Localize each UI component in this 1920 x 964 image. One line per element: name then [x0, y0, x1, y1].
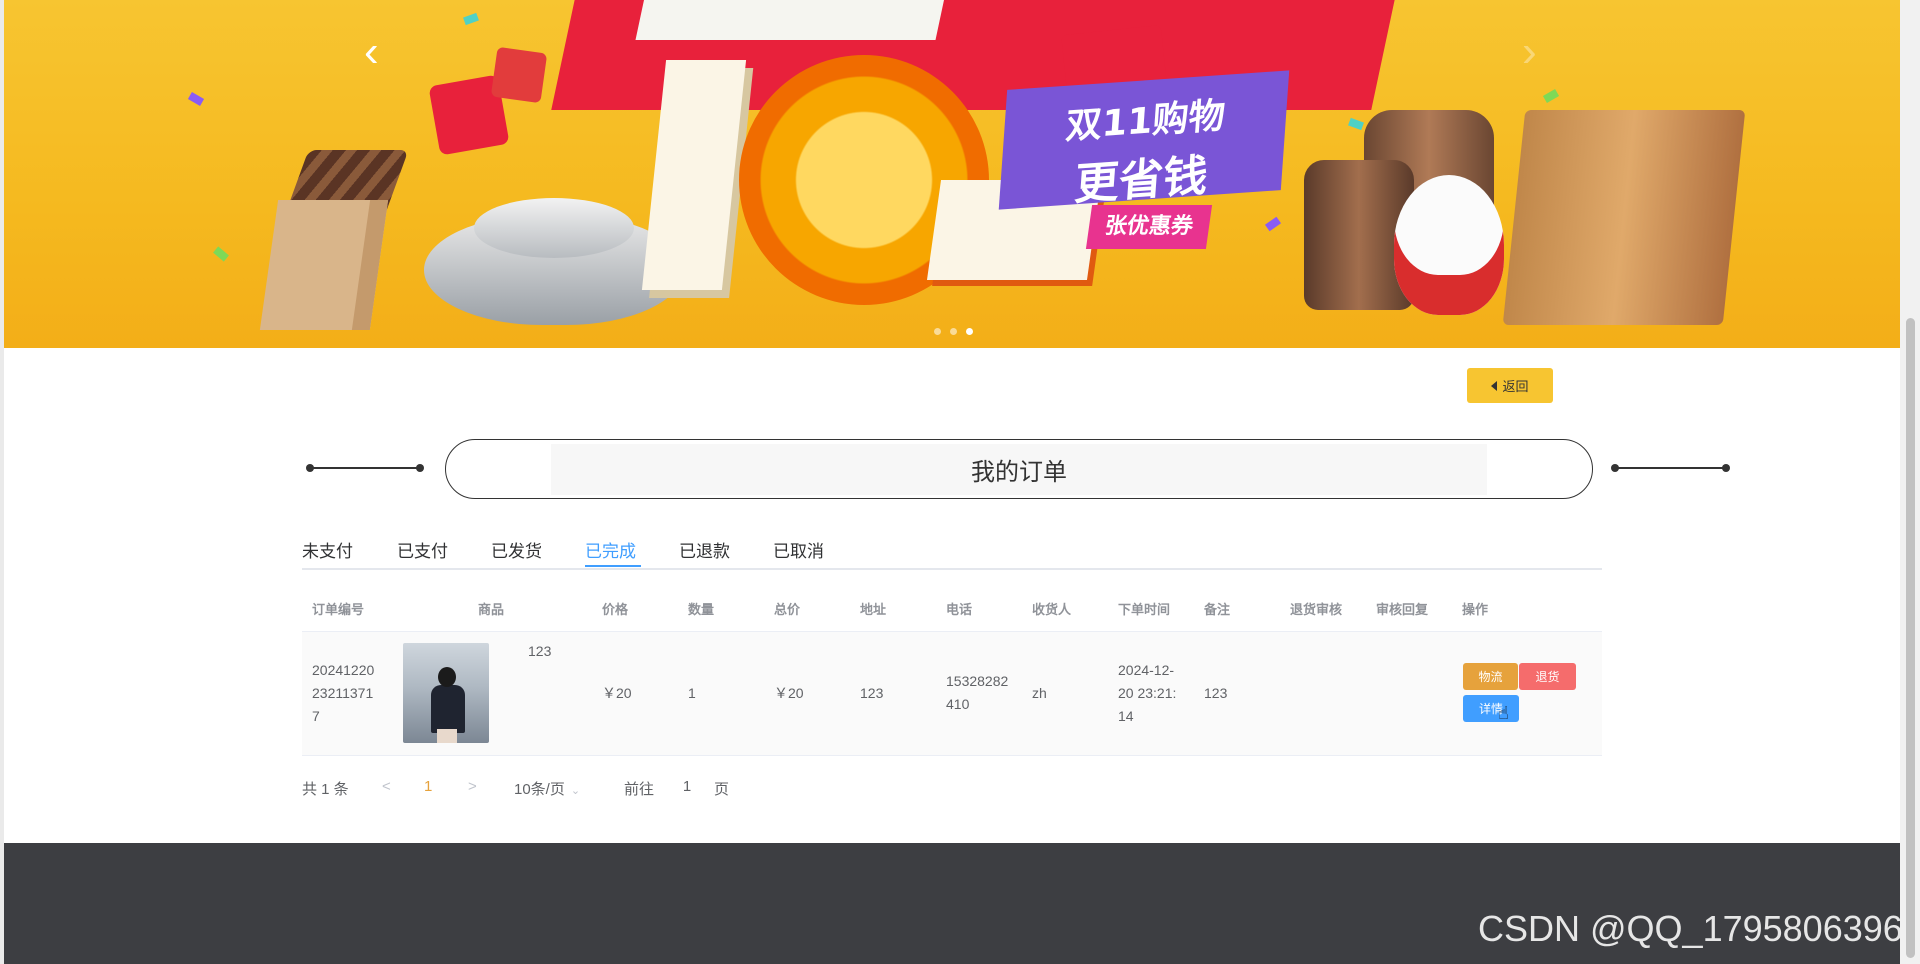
- column-header: 地址: [860, 602, 887, 617]
- title-decoration-dot: [416, 464, 424, 472]
- tab-completed[interactable]: 已完成: [585, 537, 636, 562]
- receiver-cell: zh: [1032, 685, 1047, 701]
- gift-box-image: [490, 46, 548, 104]
- order-number-line: 7: [312, 708, 320, 724]
- order-time-cell: 2024-12- 20 23:21: 14: [1118, 659, 1176, 728]
- column-header: 备注: [1204, 602, 1231, 617]
- carousel-dot[interactable]: [934, 328, 941, 335]
- product-photo-figure-head: [438, 667, 456, 687]
- column-header: 订单编号: [312, 602, 365, 617]
- caret-left-icon: [1491, 380, 1498, 391]
- detail-button[interactable]: 详情: [1463, 695, 1519, 722]
- column-header: 操作: [1462, 602, 1489, 617]
- title-decoration-line: [310, 467, 420, 469]
- product-photo-figure-legs: [437, 729, 457, 743]
- banner-carousel[interactable]: 双11购物 更省钱 张优惠券 ‹ ›: [4, 0, 1900, 348]
- column-header: 收货人: [1032, 602, 1072, 617]
- goto-prefix-label: 前往: [624, 781, 655, 798]
- confetti: [187, 92, 205, 106]
- product-thumbnail[interactable]: [403, 643, 489, 743]
- pagination-prev-button[interactable]: <: [382, 778, 391, 795]
- price-cell: ￥20: [602, 685, 632, 701]
- orders-table: 订单编号 商品 价格 数量 总价 地址 电话 收货人 下单时间 备注 退货审核 …: [302, 583, 1602, 756]
- column-header: 数量: [688, 602, 715, 617]
- order-number-cell: 20241220 23211371 7: [312, 659, 374, 728]
- column-header: 审核回复: [1376, 602, 1429, 617]
- chevron-down-icon: ⌄: [570, 785, 581, 797]
- product-photo-figure: [431, 685, 465, 733]
- remark-cell: 123: [1204, 685, 1228, 701]
- confetti: [1542, 89, 1560, 103]
- banner-white-headline-shape: [635, 0, 953, 40]
- phone-line: 410: [946, 696, 970, 712]
- total-cell: ￥20: [774, 685, 804, 701]
- title-decoration-line: [1615, 467, 1725, 469]
- chevron-left-icon[interactable]: ‹: [364, 30, 379, 74]
- carousel-dot-active[interactable]: [966, 328, 973, 335]
- confetti: [463, 12, 479, 26]
- tab-unpaid[interactable]: 未支付: [302, 537, 353, 562]
- back-button-label: 返回: [1502, 379, 1529, 394]
- promo-badge: 双11购物 更省钱: [998, 70, 1290, 210]
- page-title-box: 我的订单: [445, 439, 1593, 499]
- column-header: 总价: [774, 602, 801, 617]
- order-number-line: 20241220: [312, 662, 375, 678]
- pagination-total: 共 1 条: [302, 781, 349, 798]
- column-header: 退货审核: [1290, 602, 1343, 617]
- carousel-indicators: [934, 328, 973, 335]
- back-button[interactable]: 返回: [1467, 368, 1553, 403]
- goto-suffix-label: 页: [714, 781, 730, 798]
- column-header: 商品: [478, 602, 505, 617]
- order-time-line: 20 23:21:: [1118, 685, 1177, 701]
- tab-cancelled[interactable]: 已取消: [773, 537, 824, 562]
- pagination-page-current[interactable]: 1: [424, 778, 432, 795]
- logistics-button[interactable]: 物流: [1463, 663, 1518, 690]
- order-status-tabs: 未支付 已支付 已发货 已完成 已退款 已取消: [302, 535, 1602, 570]
- column-header: 价格: [602, 602, 629, 617]
- tab-shipped[interactable]: 已发货: [491, 537, 542, 562]
- lucky-cat-image: [1394, 175, 1504, 315]
- wok-lid-image: [474, 198, 634, 258]
- knife-block-image: [259, 200, 389, 330]
- tab-paid[interactable]: 已支付: [397, 537, 448, 562]
- chevron-right-icon[interactable]: ›: [1522, 30, 1537, 74]
- tab-refunded[interactable]: 已退款: [679, 537, 730, 562]
- tab-active-indicator: [585, 565, 641, 567]
- return-button[interactable]: 退货: [1519, 663, 1576, 690]
- order-time-line: 14: [1118, 708, 1134, 724]
- watermark: CSDN @QQ_1795806396: [1478, 908, 1903, 949]
- phone-line: 15328282: [946, 673, 1009, 689]
- table-row: 20241220 23211371 7 123 ￥20 1 ￥20 123 15…: [302, 632, 1602, 756]
- page-size-select[interactable]: 10条/页 ⌄: [514, 778, 580, 799]
- goto-page-input[interactable]: 1: [675, 778, 699, 795]
- table-header: 订单编号 商品 价格 数量 总价 地址 电话 收货人 下单时间 备注 退货审核 …: [302, 583, 1602, 632]
- confetti: [1264, 216, 1282, 232]
- carousel-dot[interactable]: [950, 328, 957, 335]
- scrollbar-thumb[interactable]: [1906, 318, 1915, 958]
- pagination-next-button[interactable]: >: [468, 778, 477, 795]
- order-time-line: 2024-12-: [1118, 662, 1175, 678]
- vertical-scrollbar[interactable]: [1900, 0, 1920, 964]
- column-header: 电话: [946, 602, 973, 617]
- page-size-value: 10条/页: [514, 781, 565, 798]
- address-cell: 123: [860, 685, 884, 701]
- phone-cell: 15328282 410: [946, 670, 1008, 716]
- order-number-line: 23211371: [312, 685, 374, 701]
- confetti: [1348, 117, 1364, 131]
- product-name: 123: [528, 643, 552, 659]
- column-header: 下单时间: [1118, 602, 1171, 617]
- knife-block-image: [1502, 110, 1746, 325]
- quantity-cell: 1: [688, 685, 696, 701]
- page-title: 我的订单: [551, 443, 1487, 495]
- coupon-tag: 张优惠券: [1085, 205, 1213, 249]
- confetti: [213, 246, 229, 262]
- title-decoration-dot: [1722, 464, 1730, 472]
